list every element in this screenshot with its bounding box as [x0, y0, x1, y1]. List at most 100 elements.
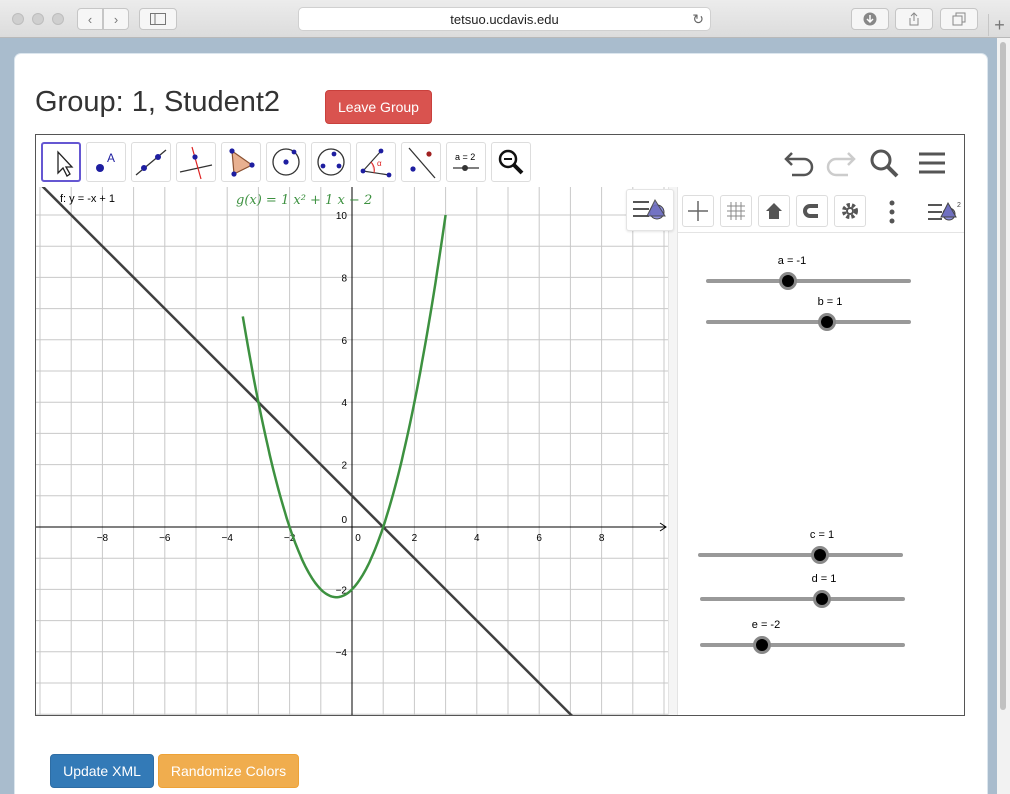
y-tick-label: 8	[341, 273, 347, 284]
menu-icon[interactable]	[914, 145, 950, 181]
chevron-right-icon: ›	[113, 11, 119, 27]
toggle-grid-button[interactable]	[720, 195, 752, 227]
reload-icon[interactable]: ↻	[692, 11, 704, 28]
y-tick-label: −4	[336, 648, 348, 659]
polygon-icon	[229, 148, 255, 177]
sidebar-icon	[150, 13, 166, 25]
slider-a-knob[interactable]	[779, 272, 797, 290]
x-tick-label: −8	[97, 533, 109, 544]
slider-e-label: e = -2	[751, 619, 781, 631]
tabs-icon	[952, 12, 966, 26]
x-tick-label: 0	[355, 533, 361, 544]
x-tick-label: 6	[536, 533, 542, 544]
slider-d-label: d = 1	[811, 573, 837, 585]
close-window-button[interactable]	[12, 13, 24, 25]
share-icon	[909, 12, 919, 26]
slider-b-knob[interactable]	[818, 313, 836, 331]
standard-view-button[interactable]	[758, 195, 790, 227]
y-tick-label: 6	[341, 336, 347, 347]
scroll-thumb[interactable]	[1000, 42, 1006, 710]
circle-three-points-tool[interactable]	[311, 142, 351, 182]
home-icon	[766, 203, 782, 219]
parabola-g-label: g(x) = 1 x² + 1 x − 2	[236, 193, 373, 208]
style-bar-2-icon[interactable]: 2	[924, 195, 964, 229]
zoom-window-button[interactable]	[52, 13, 64, 25]
leave-group-button[interactable]: Leave Group	[325, 90, 432, 124]
search-icon[interactable]	[866, 145, 902, 181]
angle-icon: α	[360, 148, 392, 178]
x-tick-label: −4	[221, 533, 233, 544]
slider-c-knob[interactable]	[811, 546, 829, 564]
share-button[interactable]	[895, 8, 933, 30]
y-tick-label: 4	[341, 398, 347, 409]
new-tab-button[interactable]: +	[988, 14, 1010, 36]
slider-c-track[interactable]	[698, 553, 903, 557]
slider-e-track[interactable]	[700, 643, 905, 647]
redo-icon[interactable]	[822, 145, 858, 181]
reflect-about-line-tool[interactable]	[401, 142, 441, 182]
svg-text:a = 2: a = 2	[455, 152, 475, 162]
point-capturing-button[interactable]	[796, 195, 828, 227]
graphics-view[interactable]: −8 −6 −4 −2 0 2 4 6 8108642−2−40	[36, 187, 668, 716]
point-tool[interactable]: A	[86, 142, 126, 182]
undo-icon[interactable]	[782, 145, 818, 181]
reflect-icon	[408, 147, 436, 179]
svg-text:A: A	[107, 151, 115, 165]
perpendicular-line-icon	[179, 146, 213, 180]
move-tool[interactable]	[41, 142, 81, 182]
downloads-button[interactable]	[851, 8, 889, 30]
polygon-tool[interactable]	[221, 142, 261, 182]
y-tick-label: 2	[341, 461, 347, 472]
y-tick-label: 10	[336, 211, 348, 222]
randomize-colors-button[interactable]: Randomize Colors	[158, 754, 299, 788]
style-bar-icon	[633, 198, 666, 220]
angle-tool[interactable]: α	[356, 142, 396, 182]
point-icon: A	[96, 151, 115, 172]
slider-b-label: b = 1	[817, 296, 843, 308]
download-icon	[863, 12, 877, 26]
graphics-2-style-bar: 2	[678, 191, 964, 233]
zoom-out-tool[interactable]	[491, 142, 531, 182]
toggle-axes-button[interactable]	[682, 195, 714, 227]
slider-e-knob[interactable]	[753, 636, 771, 654]
grid-icon	[727, 202, 745, 220]
minimize-window-button[interactable]	[32, 13, 44, 25]
settings-button[interactable]	[834, 195, 866, 227]
svg-text:α: α	[377, 159, 382, 168]
origin-label: 0	[341, 515, 347, 526]
svg-text:2: 2	[957, 202, 961, 209]
circle-center-icon	[272, 148, 300, 176]
magnet-icon	[803, 204, 818, 218]
slider-icon: a = 2	[453, 152, 479, 171]
url-text: tetsuo.ucdavis.edu	[450, 11, 559, 27]
update-xml-button[interactable]: Update XML	[50, 754, 154, 788]
circle-center-point-tool[interactable]	[266, 142, 306, 182]
graphics-2-view[interactable]: 2 a = -1 b = 1 c = 1 d = 1 e = -2	[678, 187, 964, 715]
address-bar[interactable]: tetsuo.ucdavis.edu ↻	[298, 7, 711, 31]
chevron-left-icon: ‹	[87, 11, 93, 27]
slider-a-label: a = -1	[777, 255, 807, 267]
slider-d-knob[interactable]	[813, 590, 831, 608]
graphics-style-bar-toggle[interactable]	[626, 189, 674, 231]
slider-b-track[interactable]	[706, 320, 911, 324]
x-tick-label: 8	[599, 533, 605, 544]
geogebra-toolbar: A α a = 2	[36, 135, 964, 187]
back-button[interactable]: ‹	[77, 8, 103, 30]
x-tick-label: 4	[474, 533, 480, 544]
x-tick-label: −6	[159, 533, 171, 544]
page-scrollbar[interactable]	[997, 38, 1010, 794]
circle-three-points-icon	[317, 148, 345, 176]
slider-tool[interactable]: a = 2	[446, 142, 486, 182]
more-options-icon[interactable]	[886, 197, 898, 227]
line-tool[interactable]	[131, 142, 171, 182]
perpendicular-line-tool[interactable]	[176, 142, 216, 182]
zoom-out-icon	[498, 149, 524, 175]
slider-d-track[interactable]	[700, 597, 905, 601]
tabs-button[interactable]	[940, 8, 978, 30]
sidebar-button[interactable]	[139, 8, 177, 30]
forward-button[interactable]: ›	[103, 8, 129, 30]
slider-a-track[interactable]	[706, 279, 911, 283]
gear-icon	[842, 203, 858, 219]
slider-c-label: c = 1	[809, 529, 835, 541]
view-divider[interactable]	[668, 187, 678, 715]
